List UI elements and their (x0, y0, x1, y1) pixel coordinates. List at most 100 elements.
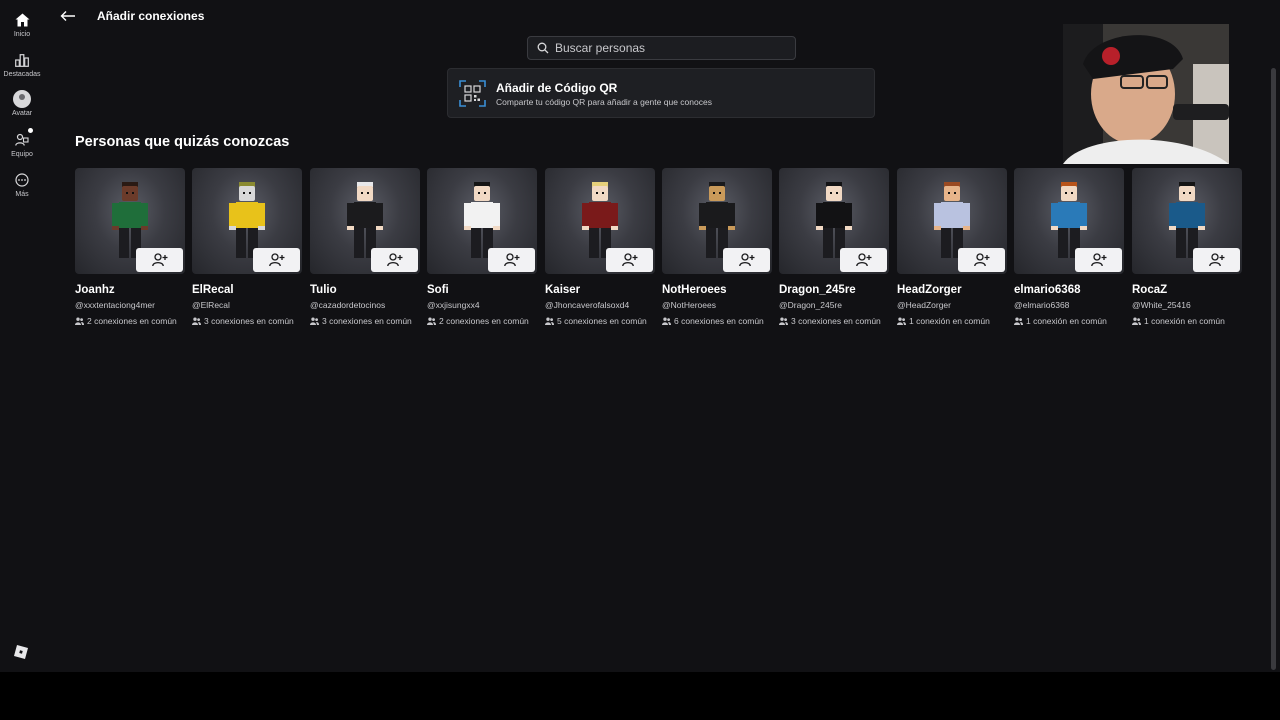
sidebar-item-avatar[interactable]: Avatar (0, 90, 44, 117)
add-friend-icon (621, 253, 637, 267)
add-connection-button[interactable] (958, 248, 1005, 272)
person-username: @cazadordetocinos (310, 300, 386, 310)
mutual-connections: 3 conexiones en común (779, 316, 889, 326)
home-icon (13, 11, 31, 29)
person-username: @xxxtentaciong4mer (75, 300, 155, 310)
sidebar-item-destacadas[interactable]: Destacadas (0, 51, 44, 78)
mutual-connections: 3 conexiones en común (192, 316, 302, 326)
person-avatar-thumbnail[interactable] (1014, 168, 1124, 274)
add-friend-icon (386, 253, 402, 267)
people-icon (545, 317, 554, 325)
add-connection-button[interactable] (253, 248, 300, 272)
person-display-name[interactable]: elmario6368 (1014, 284, 1124, 296)
scrollbar[interactable] (1271, 68, 1276, 670)
sidebar-item-inicio[interactable]: Inicio (0, 11, 44, 38)
person-avatar-thumbnail[interactable] (427, 168, 537, 274)
search-input[interactable] (555, 41, 775, 55)
person-card[interactable]: RocaZ @White_25416 1 conexión en común (1132, 168, 1242, 326)
arrow-left-icon (60, 11, 75, 21)
person-display-name[interactable]: Joanhz (75, 284, 185, 296)
person-display-name[interactable]: RocaZ (1132, 284, 1242, 296)
add-connection-button[interactable] (1075, 248, 1122, 272)
mutual-connections: 6 conexiones en común (662, 316, 772, 326)
person-card[interactable]: Sofi @xxjisungxx4 2 conexiones en común (427, 168, 537, 326)
person-username: @White_25416 (1132, 300, 1191, 310)
add-friend-icon (1208, 253, 1224, 267)
mutual-connections-text: 2 conexiones en común (87, 316, 177, 326)
add-connection-button[interactable] (371, 248, 418, 272)
mutual-connections: 1 conexión en común (897, 316, 1007, 326)
person-card[interactable]: NotHeroees @NotHeroees 6 conexiones en c… (662, 168, 772, 326)
qr-code-icon (459, 80, 486, 107)
sidebar-item-label: Avatar (11, 110, 33, 117)
mutual-connections-text: 5 conexiones en común (557, 316, 647, 326)
person-avatar-thumbnail[interactable] (1132, 168, 1242, 274)
people-icon (779, 317, 788, 325)
mutual-connections: 3 conexiones en común (310, 316, 420, 326)
person-avatar-thumbnail[interactable] (545, 168, 655, 274)
add-friend-icon (151, 253, 167, 267)
people-icon (1014, 317, 1023, 325)
person-display-name[interactable]: ElRecal (192, 284, 302, 296)
person-username: @elmario6368 (1014, 300, 1070, 310)
qr-add-card[interactable]: Añadir de Código QR Comparte tu código Q… (447, 68, 875, 118)
charts-icon (13, 51, 31, 69)
mutual-connections-text: 3 conexiones en común (204, 316, 294, 326)
person-card[interactable]: Tulio @cazadordetocinos 3 conexiones en … (310, 168, 420, 326)
person-username: @NotHeroees (662, 300, 716, 310)
mutual-connections-text: 3 conexiones en común (791, 316, 881, 326)
qr-card-subtitle: Comparte tu código QR para añadir a gent… (496, 97, 712, 107)
people-icon (897, 317, 906, 325)
add-connection-button[interactable] (723, 248, 770, 272)
person-avatar-thumbnail[interactable] (662, 168, 772, 274)
sidebar-item-mas[interactable]: Más (0, 171, 44, 198)
person-display-name[interactable]: Tulio (310, 284, 420, 296)
sidebar-item-label: Más (15, 191, 29, 198)
search-icon (537, 42, 549, 54)
person-avatar-thumbnail[interactable] (192, 168, 302, 274)
people-icon (192, 317, 201, 325)
person-avatar-thumbnail[interactable] (779, 168, 889, 274)
page-title: Añadir conexiones (97, 9, 205, 23)
sidebar-item-label: Equipo (11, 151, 33, 158)
person-card[interactable]: ElRecal @ElRecal 3 conexiones en común (192, 168, 302, 326)
add-connection-button[interactable] (136, 248, 183, 272)
mutual-connections-text: 6 conexiones en común (674, 316, 764, 326)
person-display-name[interactable]: Kaiser (545, 284, 655, 296)
person-display-name[interactable]: Sofi (427, 284, 537, 296)
person-avatar-thumbnail[interactable] (75, 168, 185, 274)
people-icon (75, 317, 84, 325)
mutual-connections-text: 1 conexión en común (909, 316, 990, 326)
roblox-logo-icon[interactable] (14, 645, 28, 659)
person-card[interactable]: HeadZorger @HeadZorger 1 conexión en com… (897, 168, 1007, 326)
sidebar-item-equipo[interactable]: Equipo (0, 128, 44, 158)
person-card[interactable]: Joanhz @xxxtentaciong4mer 2 conexiones e… (75, 168, 185, 326)
back-button[interactable] (58, 8, 78, 24)
people-suggestions-list: Joanhz @xxxtentaciong4mer 2 conexiones e… (75, 168, 1245, 338)
add-connection-button[interactable] (488, 248, 535, 272)
section-title: Personas que quizás conozcas (75, 134, 290, 150)
person-display-name[interactable]: Dragon_245re (779, 284, 889, 296)
add-connection-button[interactable] (1193, 248, 1240, 272)
team-icon (13, 128, 33, 149)
person-card[interactable]: elmario6368 @elmario6368 1 conexión en c… (1014, 168, 1124, 326)
person-display-name[interactable]: HeadZorger (897, 284, 1007, 296)
search-box[interactable] (527, 36, 796, 60)
person-display-name[interactable]: NotHeroees (662, 284, 772, 296)
mutual-connections: 1 conexión en común (1014, 316, 1124, 326)
person-card[interactable]: Kaiser @Jhoncaverofalsoxd4 5 conexiones … (545, 168, 655, 326)
person-avatar-thumbnail[interactable] (897, 168, 1007, 274)
person-avatar-thumbnail[interactable] (310, 168, 420, 274)
add-connection-button[interactable] (606, 248, 653, 272)
add-friend-icon (268, 253, 284, 267)
person-card[interactable]: Dragon_245re @Dragon_245re 3 conexiones … (779, 168, 889, 326)
app-window: Inicio Destacadas Avatar Equipo Más Añad… (0, 0, 1280, 672)
sidebar: Inicio Destacadas Avatar Equipo Más (0, 0, 44, 672)
mutual-connections-text: 3 conexiones en común (322, 316, 412, 326)
add-connection-button[interactable] (840, 248, 887, 272)
notification-dot (28, 128, 33, 133)
mutual-connections: 2 conexiones en común (75, 316, 185, 326)
person-username: @ElRecal (192, 300, 230, 310)
mutual-connections-text: 1 conexión en común (1026, 316, 1107, 326)
mutual-connections-text: 1 conexión en común (1144, 316, 1225, 326)
